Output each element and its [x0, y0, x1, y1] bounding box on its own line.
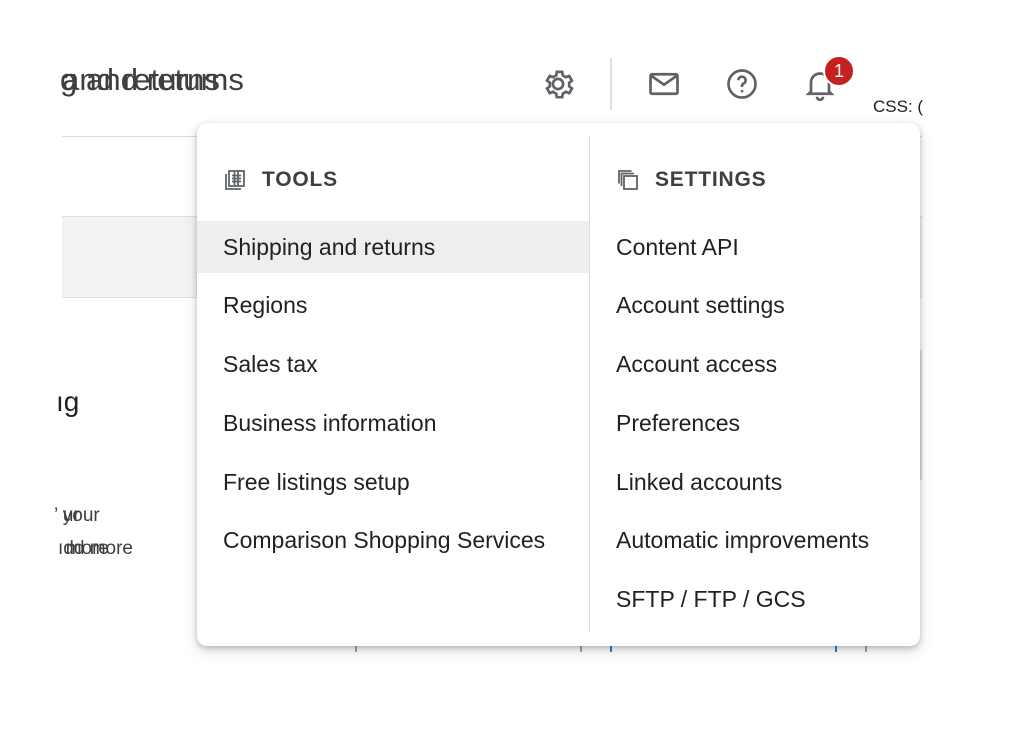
- app-root: g and returns ıg ’ your ıdd more g and r…: [0, 0, 1036, 732]
- description-line-visible: ’ your: [54, 505, 100, 526]
- gear-icon[interactable]: [536, 62, 580, 106]
- help-icon[interactable]: [720, 62, 764, 106]
- settings-list: Content API Account settings Account acc…: [590, 221, 920, 633]
- menu-item-linked-accounts[interactable]: Linked accounts: [590, 456, 920, 508]
- menu-item-account-access[interactable]: Account access: [590, 339, 920, 391]
- description-line-visible: ıdd more: [58, 538, 133, 559]
- notification-badge: 1: [823, 55, 855, 87]
- menu-item-free-listings-setup[interactable]: Free listings setup: [197, 456, 589, 508]
- settings-column: SETTINGS Content API Account settings Ac…: [590, 123, 920, 646]
- tools-list: Shipping and returns Regions Sales tax B…: [197, 221, 589, 574]
- menu-item-regions[interactable]: Regions: [197, 280, 589, 332]
- settings-header: SETTINGS: [616, 163, 766, 197]
- viewport-edge-left: [0, 0, 62, 732]
- menu-item-content-api[interactable]: Content API: [590, 221, 920, 273]
- tools-settings-menu: TOOLS Shipping and returns Regions Sales…: [197, 123, 920, 646]
- viewport-edge-right: [922, 0, 1036, 732]
- menu-item-automatic-improvements[interactable]: Automatic improvements: [590, 515, 920, 567]
- settings-copy-icon: [616, 168, 640, 192]
- menu-item-comparison-shopping-services[interactable]: Comparison Shopping Services: [197, 515, 589, 567]
- page-title-visible: g and returns: [60, 62, 244, 97]
- tools-icon: [223, 168, 247, 192]
- menu-item-sales-tax[interactable]: Sales tax: [197, 339, 589, 391]
- css-label: CSS: (: [873, 97, 924, 116]
- tools-title: TOOLS: [262, 168, 338, 191]
- menu-item-account-settings[interactable]: Account settings: [590, 280, 920, 332]
- menu-item-business-information[interactable]: Business information: [197, 397, 589, 449]
- viewport-edge-bottom: [0, 652, 1036, 732]
- menu-item-shipping-and-returns[interactable]: Shipping and returns: [197, 221, 589, 273]
- menu-item-sftp-ftp-gcs[interactable]: SFTP / FTP / GCS: [590, 574, 920, 626]
- settings-title: SETTINGS: [655, 168, 767, 191]
- section-heading-visible: ıg: [56, 386, 80, 417]
- menu-item-preferences[interactable]: Preferences: [590, 397, 920, 449]
- toolbar-separator: [610, 58, 612, 110]
- tools-column: TOOLS Shipping and returns Regions Sales…: [197, 123, 589, 646]
- tools-header: TOOLS: [223, 163, 338, 197]
- mail-icon[interactable]: [642, 62, 686, 106]
